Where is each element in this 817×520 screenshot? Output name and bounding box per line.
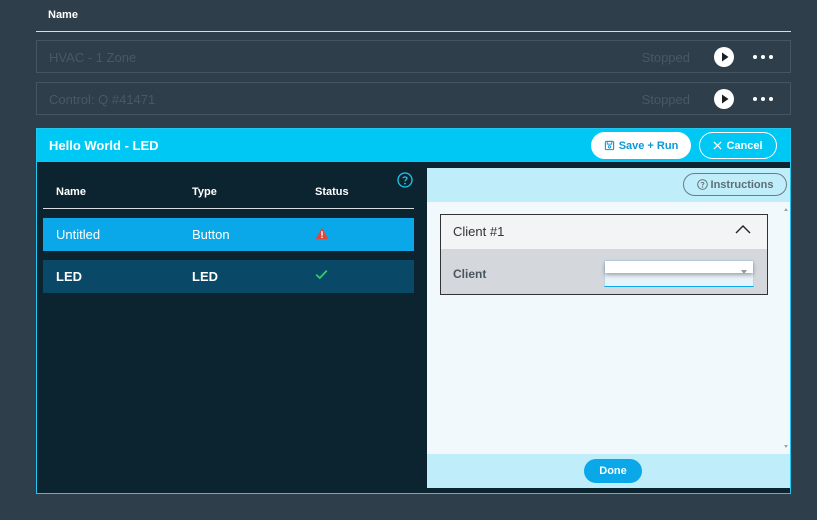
client-card-header[interactable]: Client #1 bbox=[441, 215, 767, 249]
column-header-status: Status bbox=[315, 186, 349, 198]
flow-status: Stopped bbox=[641, 50, 690, 65]
client-field-label: Client bbox=[453, 267, 487, 281]
play-icon bbox=[722, 94, 729, 104]
cancel-label: Cancel bbox=[726, 139, 763, 152]
close-icon bbox=[713, 141, 722, 150]
save-run-button[interactable]: Save + Run bbox=[591, 132, 691, 159]
more-options-button[interactable] bbox=[752, 89, 774, 109]
warning-icon bbox=[315, 227, 329, 240]
help-icon bbox=[696, 179, 708, 190]
client-card-title: Client #1 bbox=[453, 224, 505, 239]
properties-toolbar: Instructions bbox=[427, 168, 790, 202]
flows-table-header: Name bbox=[36, 0, 791, 32]
editor-title-bar: Hello World - LED Save + Run Cancel bbox=[37, 129, 790, 162]
device-type: LED bbox=[192, 269, 218, 284]
devices-pane: Name Type Status Untitled Button LED LED bbox=[37, 162, 427, 493]
flow-name: Control: Q #41471 bbox=[49, 92, 156, 107]
instructions-button[interactable]: Instructions bbox=[683, 173, 787, 196]
device-row[interactable]: LED LED bbox=[43, 260, 414, 293]
chevron-up-icon[interactable] bbox=[735, 224, 751, 234]
dot-icon bbox=[769, 55, 773, 59]
properties-pane: Instructions Client #1 Client Done bbox=[427, 168, 790, 488]
check-icon bbox=[315, 269, 328, 280]
save-run-label: Save + Run bbox=[618, 139, 679, 152]
save-icon bbox=[604, 140, 614, 151]
scrollbar[interactable] bbox=[782, 206, 790, 450]
dot-icon bbox=[769, 97, 773, 101]
device-name: Untitled bbox=[56, 227, 101, 242]
properties-content: Client #1 Client bbox=[427, 202, 790, 454]
dot-icon bbox=[761, 55, 765, 59]
scroll-up-arrow-icon[interactable] bbox=[784, 208, 788, 211]
flow-status: Stopped bbox=[641, 92, 690, 107]
cancel-button[interactable]: Cancel bbox=[699, 132, 777, 159]
editor-title: Hello World - LED bbox=[49, 138, 159, 153]
devices-table-header: Name Type Status bbox=[43, 178, 414, 209]
device-row[interactable]: Untitled Button bbox=[43, 218, 414, 251]
play-button[interactable] bbox=[714, 47, 734, 67]
dot-icon bbox=[753, 55, 757, 59]
column-header-name: Name bbox=[48, 9, 78, 21]
client-dropdown-panel[interactable] bbox=[605, 261, 753, 273]
play-icon bbox=[722, 52, 729, 62]
column-header-type: Type bbox=[192, 186, 217, 198]
flow-editor-panel: Hello World - LED Save + Run Cancel Name… bbox=[36, 128, 791, 494]
column-header-name: Name bbox=[56, 186, 86, 198]
instructions-label: Instructions bbox=[710, 178, 774, 191]
client-select[interactable] bbox=[604, 260, 754, 287]
properties-footer: Done bbox=[427, 454, 790, 488]
device-name: LED bbox=[56, 269, 82, 284]
done-button[interactable]: Done bbox=[584, 459, 642, 483]
dot-icon bbox=[761, 97, 765, 101]
more-options-button[interactable] bbox=[752, 47, 774, 67]
dot-icon bbox=[753, 97, 757, 101]
flow-name: HVAC - 1 Zone bbox=[49, 50, 137, 65]
flow-row[interactable]: HVAC - 1 Zone Stopped bbox=[36, 40, 791, 73]
scroll-down-arrow-icon[interactable] bbox=[784, 445, 788, 448]
flow-row[interactable]: Control: Q #41471 Stopped bbox=[36, 82, 791, 115]
client-card: Client #1 Client bbox=[440, 214, 768, 295]
play-button[interactable] bbox=[714, 89, 734, 109]
device-type: Button bbox=[192, 227, 230, 242]
chevron-down-icon bbox=[741, 270, 747, 274]
